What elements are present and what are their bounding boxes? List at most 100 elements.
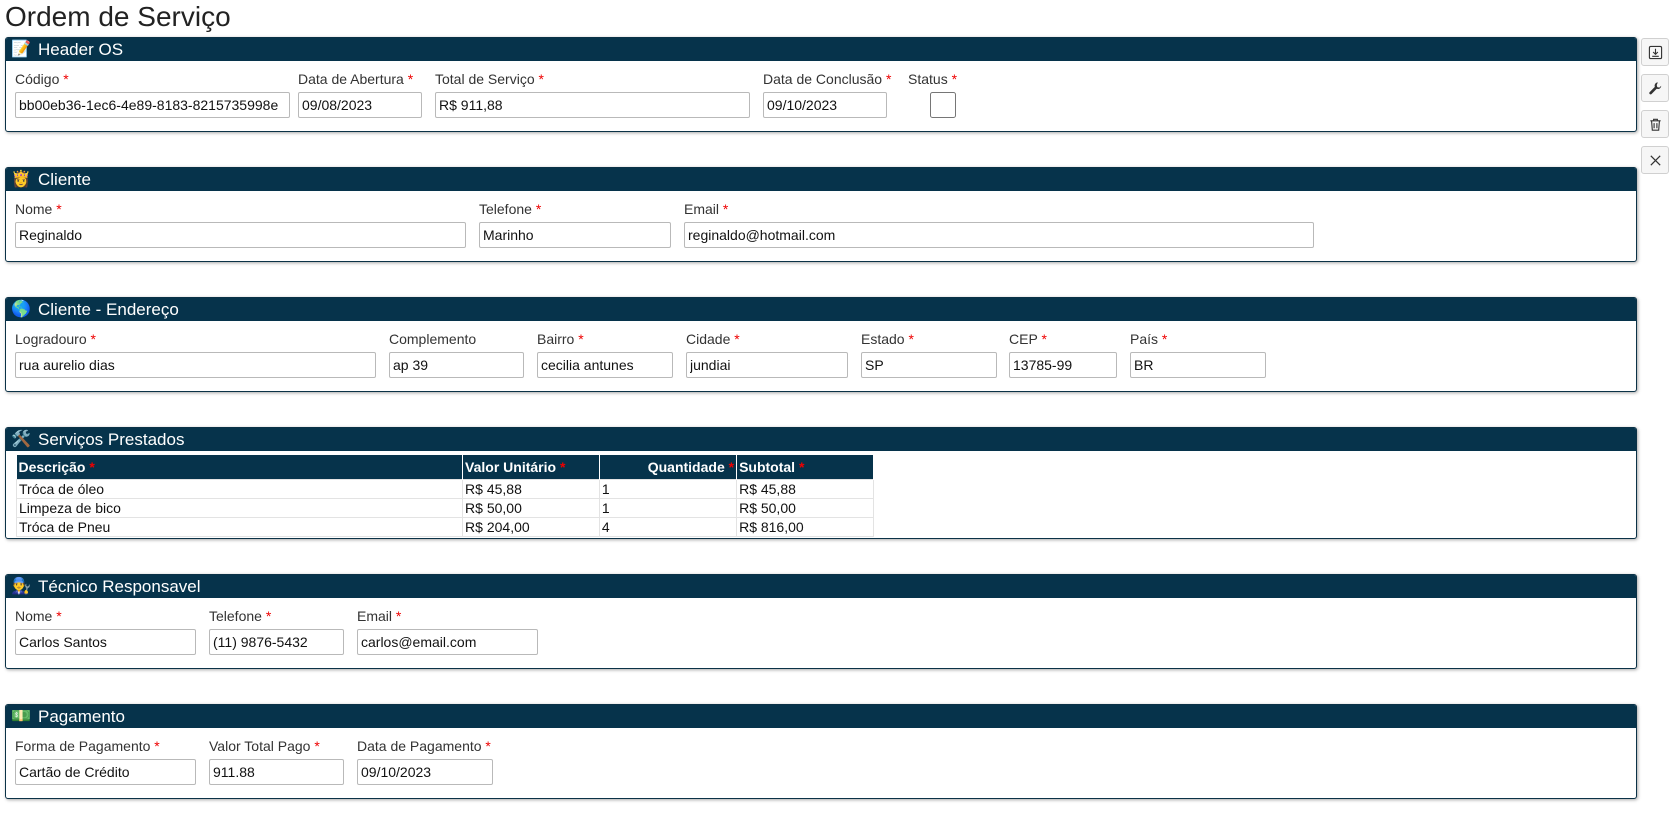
cliente-telefone-field: Telefone * <box>479 200 671 248</box>
panel-cliente: 👸 Cliente Nome * Telefone * Email * <box>5 167 1637 262</box>
codigo-field: Código * <box>15 70 290 118</box>
cliente-telefone-input[interactable] <box>479 222 671 248</box>
forma-pagamento-label: Forma de Pagamento * <box>15 738 160 754</box>
tecnico-email-field: Email * <box>357 607 538 655</box>
tecnico-email-input[interactable] <box>357 629 538 655</box>
total-servico-input[interactable] <box>435 92 750 118</box>
trash-icon <box>1649 118 1661 131</box>
data-abertura-field: Data de Abertura * <box>298 70 422 118</box>
panel-header-os-title: 📝 Header OS <box>6 38 1636 61</box>
table-cell: R$ 204,00 <box>462 517 600 537</box>
panel-title: Cliente <box>38 170 91 189</box>
tecnico-email-label: Email * <box>357 608 402 624</box>
bairro-label: Bairro * <box>537 331 584 347</box>
table-cell: 1 <box>598 498 738 518</box>
pais-input[interactable] <box>1130 352 1266 378</box>
cliente-nome-label: Nome * <box>15 201 62 217</box>
data-conclusao-input[interactable] <box>763 92 887 118</box>
panel-tecnico-title: 👨‍🔧 Técnico Responsavel <box>6 575 1636 598</box>
cliente-nome-field: Nome * <box>15 200 466 248</box>
table-cell: R$ 45,88 <box>736 479 874 499</box>
panel-title: Técnico Responsavel <box>38 577 201 596</box>
cliente-email-input[interactable] <box>684 222 1314 248</box>
bairro-field: Bairro * <box>537 330 673 378</box>
panel-title: Serviços Prestados <box>38 430 185 449</box>
logradouro-field: Logradouro * <box>15 330 376 378</box>
data-pagamento-label: Data de Pagamento * <box>357 738 491 754</box>
cliente-email-label: Email * <box>684 201 729 217</box>
status-checkbox[interactable] <box>908 92 978 118</box>
wrench-button[interactable] <box>1641 74 1669 102</box>
valor-pago-input[interactable] <box>209 759 344 785</box>
cep-field: CEP * <box>1009 330 1117 378</box>
column-header: Descrição * <box>16 455 464 480</box>
forma-pagamento-input[interactable] <box>15 759 196 785</box>
cep-label: CEP * <box>1009 331 1047 347</box>
princess-icon: 👸 <box>11 171 31 188</box>
status-field: Status * <box>908 70 978 123</box>
pais-field: País * <box>1130 330 1266 378</box>
tecnico-telefone-label: Telefone * <box>209 608 272 624</box>
data-pagamento-input[interactable] <box>357 759 493 785</box>
codigo-input[interactable] <box>15 92 290 118</box>
cidade-field: Cidade * <box>686 330 848 378</box>
panel-title: Header OS <box>38 40 124 59</box>
estado-input[interactable] <box>861 352 997 378</box>
cep-input[interactable] <box>1009 352 1117 378</box>
column-header: Valor Unitário * <box>462 455 600 480</box>
panel-title: Pagamento <box>38 707 125 726</box>
complemento-label: Complemento <box>389 331 477 347</box>
complemento-field: Complemento <box>389 330 524 378</box>
cliente-telefone-label: Telefone * <box>479 201 542 217</box>
bairro-input[interactable] <box>537 352 673 378</box>
panel-servicos-title: 🛠️ Serviços Prestados <box>6 428 1636 451</box>
mechanic-icon: 👨‍🔧 <box>11 578 31 595</box>
table-cell: Tróca de óleo <box>15 479 464 499</box>
tecnico-nome-input[interactable] <box>15 629 196 655</box>
logradouro-label: Logradouro * <box>15 331 96 347</box>
cidade-input[interactable] <box>686 352 848 378</box>
table-row[interactable]: Limpeza de bico R$ 50,00 1 R$ 50,00 <box>15 498 874 518</box>
table-row[interactable]: Tróca de Pneu R$ 204,00 4 R$ 816,00 <box>15 517 874 537</box>
column-header: Quantidade * <box>599 455 738 480</box>
tecnico-nome-label: Nome * <box>15 608 62 624</box>
wrench-icon <box>1648 81 1661 94</box>
memo-icon: 📝 <box>11 41 31 58</box>
data-pagamento-field: Data de Pagamento * <box>357 737 493 785</box>
table-cell: R$ 50,00 <box>736 498 874 518</box>
save-icon <box>1648 45 1662 59</box>
table-cell: R$ 45,88 <box>462 479 600 499</box>
table-header-row: Descrição * Valor Unitário * Quantidade … <box>16 455 874 480</box>
table-cell: 1 <box>598 479 738 499</box>
forma-pagamento-field: Forma de Pagamento * <box>15 737 196 785</box>
panel-endereco: 🌎 Cliente - Endereço Logradouro * Comple… <box>5 297 1637 392</box>
data-abertura-label: Data de Abertura * <box>298 71 414 87</box>
table-cell: 4 <box>598 517 738 537</box>
logradouro-input[interactable] <box>15 352 376 378</box>
tecnico-telefone-input[interactable] <box>209 629 344 655</box>
panel-servicos: 🛠️ Serviços Prestados Descrição * Valor … <box>5 427 1637 539</box>
status-label: Status * <box>908 71 958 87</box>
save-button[interactable] <box>1641 38 1669 66</box>
table-cell: Limpeza de bico <box>15 498 464 518</box>
cidade-label: Cidade * <box>686 331 740 347</box>
pais-label: País * <box>1130 331 1168 347</box>
services-table: Descrição * Valor Unitário * Quantidade … <box>15 455 874 537</box>
valor-pago-label: Valor Total Pago * <box>209 738 320 754</box>
table-cell: R$ 50,00 <box>462 498 600 518</box>
money-icon: 💵 <box>11 708 31 725</box>
data-abertura-input[interactable] <box>298 92 422 118</box>
cliente-email-field: Email * <box>684 200 1314 248</box>
cliente-nome-input[interactable] <box>15 222 466 248</box>
panel-pagamento-title: 💵 Pagamento <box>6 705 1636 728</box>
panel-title: Cliente - Endereço <box>38 300 179 319</box>
close-button[interactable] <box>1641 146 1669 174</box>
delete-button[interactable] <box>1641 110 1669 138</box>
data-conclusao-field: Data de Conclusão * <box>763 70 892 118</box>
table-row[interactable]: Tróca de óleo R$ 45,88 1 R$ 45,88 <box>15 479 874 499</box>
data-conclusao-label: Data de Conclusão * <box>763 71 892 87</box>
panel-tecnico: 👨‍🔧 Técnico Responsavel Nome * Telefone … <box>5 574 1637 669</box>
complemento-input[interactable] <box>389 352 524 378</box>
panel-header-os: 📝 Header OS Código * Data de Abertura * … <box>5 37 1637 132</box>
tecnico-telefone-field: Telefone * <box>209 607 344 655</box>
